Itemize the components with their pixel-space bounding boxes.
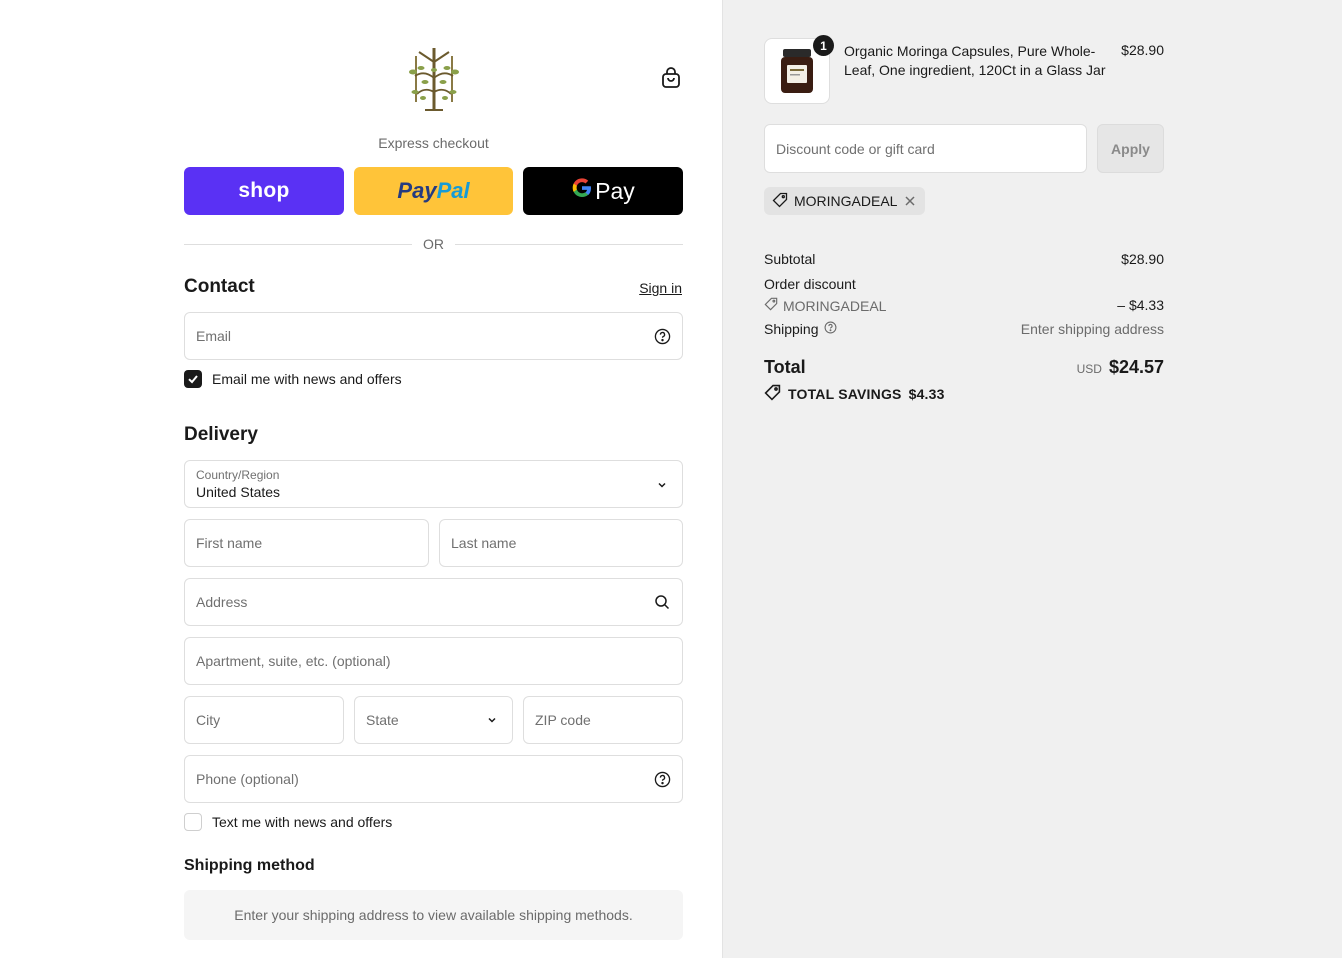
email-placeholder: Email xyxy=(196,328,232,344)
subtotal-row: Subtotal $28.90 xyxy=(764,251,1164,267)
shipping-value: Enter shipping address xyxy=(1020,321,1164,337)
order-discount-code: MORINGADEAL xyxy=(783,297,887,314)
checkbox-checked-icon[interactable] xyxy=(184,370,202,388)
address-field[interactable]: Address xyxy=(184,578,683,626)
order-discount-value: – $4.33 xyxy=(1117,297,1164,313)
email-field[interactable]: Email xyxy=(184,312,683,360)
product-name: Organic Moringa Capsules, Pure Whole-Lea… xyxy=(844,43,1106,78)
country-label: Country/Region xyxy=(196,468,280,482)
shipping-row: Shipping Enter shipping address xyxy=(764,321,1164,337)
help-icon[interactable] xyxy=(653,770,671,788)
or-divider: OR xyxy=(184,236,683,252)
order-discount-label: Order discount xyxy=(764,276,856,292)
applied-code-label: MORINGADEAL xyxy=(794,193,898,209)
shipping-method-notice: Enter your shipping address to view avai… xyxy=(184,890,683,940)
state-placeholder: State xyxy=(366,712,399,728)
apartment-field[interactable]: Apartment, suite, etc. (optional) xyxy=(184,637,683,685)
phone-placeholder: Phone (optional) xyxy=(196,771,299,787)
total-amount: USD $24.57 xyxy=(1077,357,1164,378)
savings-label: TOTAL SAVINGS xyxy=(788,386,902,402)
last-name-placeholder: Last name xyxy=(451,535,517,551)
checkout-form-panel: Express checkout shop Pay Pal Pay OR Cont… xyxy=(0,0,723,958)
city-field[interactable]: City xyxy=(184,696,344,744)
country-value: United States xyxy=(196,484,281,500)
last-name-field[interactable]: Last name xyxy=(439,519,683,567)
google-pay-button[interactable]: Pay xyxy=(523,167,683,215)
google-pay-label: Pay xyxy=(595,177,635,204)
total-currency: USD xyxy=(1076,362,1102,376)
checkbox-unchecked-icon[interactable] xyxy=(184,813,202,831)
paypal-button[interactable]: Pay Pal xyxy=(354,167,513,215)
discount-code-input[interactable]: Discount code or gift card xyxy=(764,124,1087,173)
paypal-label-pal: Pal xyxy=(436,178,470,203)
zip-placeholder: ZIP code xyxy=(535,712,591,728)
discount-placeholder: Discount code or gift card xyxy=(776,140,935,157)
google-g-icon xyxy=(571,177,593,205)
state-select[interactable]: State xyxy=(354,696,513,744)
tag-icon xyxy=(764,297,778,314)
chevron-down-icon xyxy=(656,478,668,494)
total-value: $24.57 xyxy=(1108,357,1164,377)
subtotal-label: Subtotal xyxy=(764,251,816,267)
express-checkout-label: Express checkout xyxy=(378,135,489,151)
tag-icon xyxy=(764,384,781,404)
order-discount-detail-row: MORINGADEAL – $4.33 xyxy=(764,297,1164,314)
tag-icon xyxy=(772,192,788,211)
chevron-down-icon xyxy=(483,711,501,729)
shipping-label: Shipping xyxy=(764,321,819,337)
order-discount-row: Order discount xyxy=(764,276,1164,292)
phone-field[interactable]: Phone (optional) xyxy=(184,755,683,803)
total-label: Total xyxy=(764,357,806,377)
address-placeholder: Address xyxy=(196,594,248,610)
applied-discount-tag: MORINGADEAL xyxy=(764,187,926,215)
city-placeholder: City xyxy=(196,712,221,728)
shop-pay-label: shop xyxy=(238,179,290,202)
apartment-placeholder: Apartment, suite, etc. (optional) xyxy=(196,653,391,669)
first-name-field[interactable]: First name xyxy=(184,519,429,567)
divider-line xyxy=(455,244,683,245)
email-news-label: Email me with news and offers xyxy=(212,371,402,387)
total-savings: TOTAL SAVINGS $4.33 xyxy=(764,384,945,404)
shipping-method-message: Enter your shipping address to view avai… xyxy=(234,907,633,923)
delivery-heading: Delivery xyxy=(184,424,258,445)
help-icon[interactable] xyxy=(824,321,837,337)
paypal-label-pay: Pay xyxy=(397,178,437,203)
product-price: $28.90 xyxy=(1121,42,1164,58)
zip-field[interactable]: ZIP code xyxy=(523,696,683,744)
help-icon[interactable] xyxy=(653,327,671,345)
first-name-placeholder: First name xyxy=(196,535,263,551)
quantity-badge: 1 xyxy=(813,35,834,56)
savings-value: $4.33 xyxy=(908,386,945,402)
moringa-tree-logo-icon[interactable] xyxy=(399,42,469,114)
shop-pay-button[interactable]: shop xyxy=(184,167,344,215)
sign-in-link[interactable]: Sign in xyxy=(639,280,682,296)
shipping-method-heading: Shipping method xyxy=(184,857,315,874)
shopping-bag-icon[interactable] xyxy=(659,66,683,90)
apply-discount-button[interactable]: Apply xyxy=(1097,124,1164,173)
country-select[interactable]: Country/Region United States xyxy=(184,460,683,508)
email-news-checkbox[interactable]: Email me with news and offers xyxy=(184,370,402,388)
contact-heading: Contact xyxy=(184,276,255,297)
sms-news-checkbox[interactable]: Text me with news and offers xyxy=(184,813,392,831)
subtotal-value: $28.90 xyxy=(1121,251,1164,267)
close-icon[interactable] xyxy=(903,194,917,208)
sms-news-label: Text me with news and offers xyxy=(212,814,393,830)
search-icon xyxy=(653,593,671,611)
